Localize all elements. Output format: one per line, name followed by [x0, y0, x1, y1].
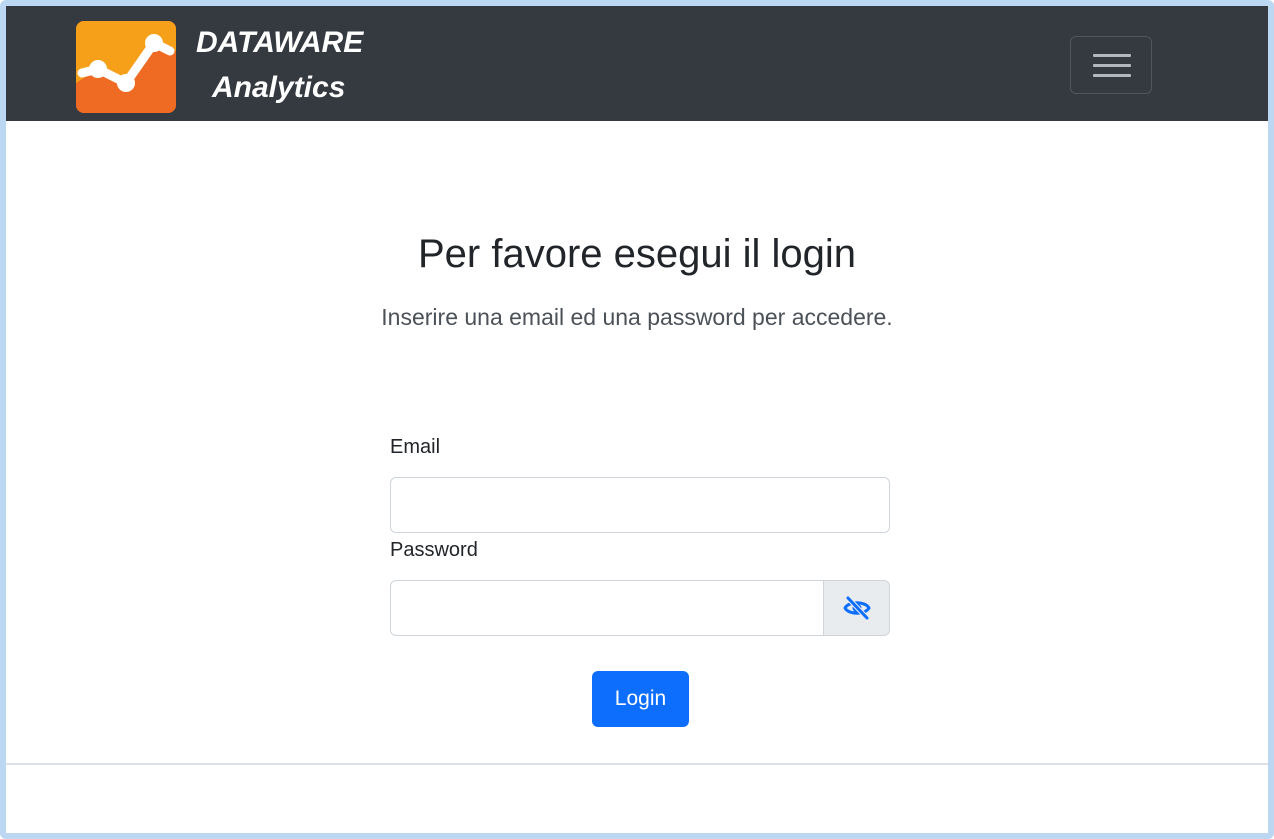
hamburger-bar — [1093, 64, 1131, 67]
navbar-toggler-button[interactable] — [1070, 36, 1152, 94]
hamburger-bar — [1093, 54, 1131, 57]
email-label: Email — [390, 436, 441, 458]
login-button[interactable]: Login — [592, 671, 689, 727]
footer-divider — [6, 763, 1268, 765]
email-field[interactable] — [390, 477, 890, 533]
eye-slash-icon — [843, 595, 870, 621]
page-subtitle: Inserire una email ed una password per a… — [381, 304, 893, 330]
page-title: Per favore esegui il login — [417, 232, 857, 276]
toggle-password-visibility-button[interactable] — [823, 580, 890, 636]
hamburger-bar — [1093, 74, 1131, 77]
logo-graphic — [76, 21, 176, 113]
brand-name[interactable]: DATAWARE — [196, 26, 363, 60]
password-field[interactable] — [390, 580, 824, 636]
line-chart-logo-icon[interactable] — [76, 21, 176, 113]
password-label: Password — [390, 539, 478, 561]
top-navbar: DATAWARE Analytics — [6, 6, 1268, 121]
brand-tagline[interactable]: Analytics — [212, 71, 345, 105]
